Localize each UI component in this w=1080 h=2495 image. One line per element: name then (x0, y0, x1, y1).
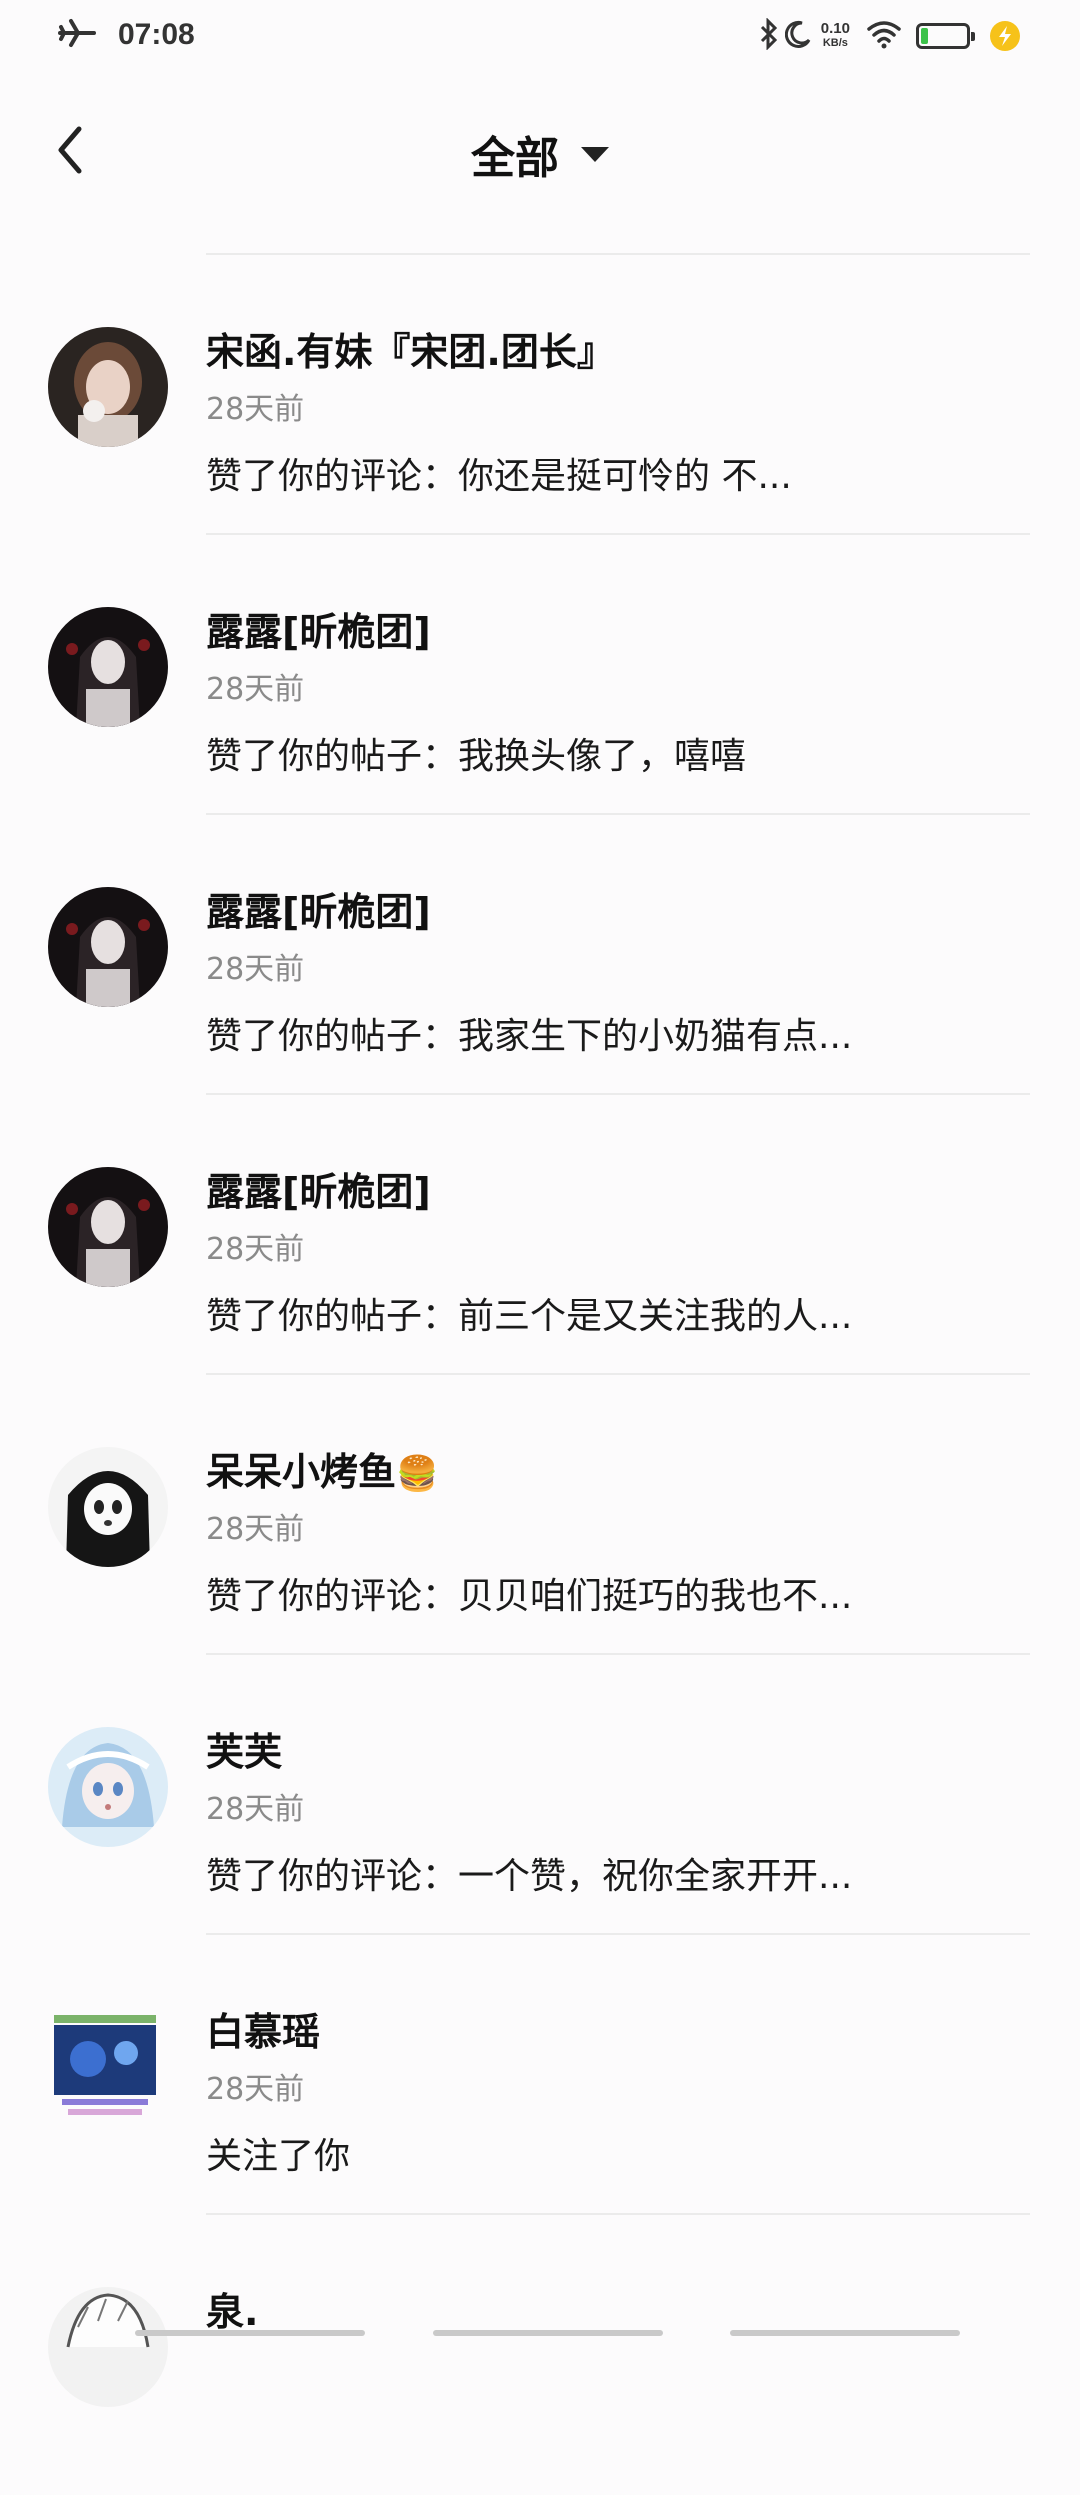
scroll-indicator (135, 2330, 960, 2336)
network-speed: 0.10 KB/s (820, 20, 850, 50)
action-text[interactable]: 赞了你的评论：贝贝咱们挺巧的我也不... (206, 1567, 852, 1619)
timestamp: 28天前 (206, 672, 305, 707)
user-name[interactable]: 宋函.有妹『宋团.团长』 (206, 321, 615, 376)
page-title: 全部 (471, 133, 559, 184)
status-bar: 07:08 0.10 KB/s (0, 0, 1080, 80)
notification-list: 宋函.有妹『宋团.团长』 28天前 赞了你的评论：你还是挺可怜的 不... 露露… (0, 255, 1080, 2495)
user-name[interactable]: 露露[昕桅团] (206, 1161, 431, 1216)
timestamp: 28天前 (206, 952, 305, 987)
moon-icon (784, 20, 811, 52)
net-speed-value: 0.10 (820, 20, 850, 37)
user-name[interactable]: 呆呆小烤鱼🍔 (206, 1441, 438, 1496)
action-text[interactable]: 赞了你的帖子：我家生下的小奶猫有点... (206, 1007, 852, 1059)
user-name[interactable]: 芙芙 (206, 1721, 282, 1776)
timestamp: 28天前 (206, 392, 305, 427)
airplane-icon (58, 18, 96, 52)
list-item[interactable]: 泉. (0, 2215, 1080, 2495)
avatar[interactable] (48, 1167, 168, 1287)
charging-icon (990, 21, 1020, 51)
battery-level (921, 28, 929, 44)
caret-down-icon (581, 146, 609, 162)
action-text[interactable]: 赞了你的评论：你还是挺可怜的 不... (206, 447, 792, 499)
user-name[interactable]: 露露[昕桅团] (206, 881, 431, 936)
scroll-indicator-segment (432, 2330, 663, 2336)
avatar[interactable] (48, 2287, 168, 2407)
timestamp: 28天前 (206, 1232, 305, 1267)
action-text[interactable]: 赞了你的帖子：前三个是又关注我的人... (206, 1287, 852, 1339)
list-item[interactable]: 露露[昕桅团] 28天前 赞了你的帖子：前三个是又关注我的人... (0, 1095, 1080, 1375)
user-name[interactable]: 白慕瑶 (206, 2001, 320, 2056)
list-item[interactable]: 呆呆小烤鱼🍔 28天前 赞了你的评论：贝贝咱们挺巧的我也不... (0, 1375, 1080, 1655)
timestamp: 28天前 (206, 2072, 305, 2107)
net-speed-unit: KB/s (822, 37, 848, 49)
avatar[interactable] (48, 1447, 168, 1567)
bluetooth-icon (759, 17, 779, 54)
avatar[interactable] (48, 2007, 168, 2127)
battery-icon (916, 23, 975, 49)
action-text[interactable]: 赞了你的评论：一个赞，祝你全家开开... (206, 1847, 852, 1899)
filter-dropdown[interactable]: 全部 (0, 122, 1080, 186)
wifi-icon (866, 19, 902, 53)
user-name-text: 呆呆小烤鱼 (206, 1450, 397, 1494)
action-text[interactable]: 赞了你的帖子：我换头像了，嘻嘻 (206, 727, 746, 779)
avatar[interactable] (48, 887, 168, 1007)
action-text[interactable]: 关注了你 (206, 2127, 350, 2179)
scroll-indicator-segment (135, 2330, 365, 2336)
list-item[interactable]: 芙芙 28天前 赞了你的评论：一个赞，祝你全家开开... (0, 1655, 1080, 1935)
list-item[interactable]: 白慕瑶 28天前 关注了你 (0, 1935, 1080, 2215)
header: 全部 (0, 100, 1080, 210)
list-item[interactable]: 宋函.有妹『宋团.团长』 28天前 赞了你的评论：你还是挺可怜的 不... (0, 255, 1080, 535)
timestamp: 28天前 (206, 1512, 305, 1547)
status-time: 07:08 (118, 18, 195, 51)
status-right: 0.10 KB/s (759, 17, 1020, 54)
avatar[interactable] (48, 607, 168, 727)
user-name[interactable]: 泉. (206, 2281, 258, 2336)
hamburger-icon: 🍔 (396, 1454, 439, 1494)
user-name[interactable]: 露露[昕桅团] (206, 601, 431, 656)
status-left: 07:08 (58, 18, 195, 52)
timestamp: 28天前 (206, 1792, 305, 1827)
scroll-indicator-segment (730, 2330, 960, 2336)
avatar[interactable] (48, 327, 168, 447)
avatar[interactable] (48, 1727, 168, 1847)
list-item[interactable]: 露露[昕桅团] 28天前 赞了你的帖子：我换头像了，嘻嘻 (0, 535, 1080, 815)
list-item[interactable]: 露露[昕桅团] 28天前 赞了你的帖子：我家生下的小奶猫有点... (0, 815, 1080, 1095)
